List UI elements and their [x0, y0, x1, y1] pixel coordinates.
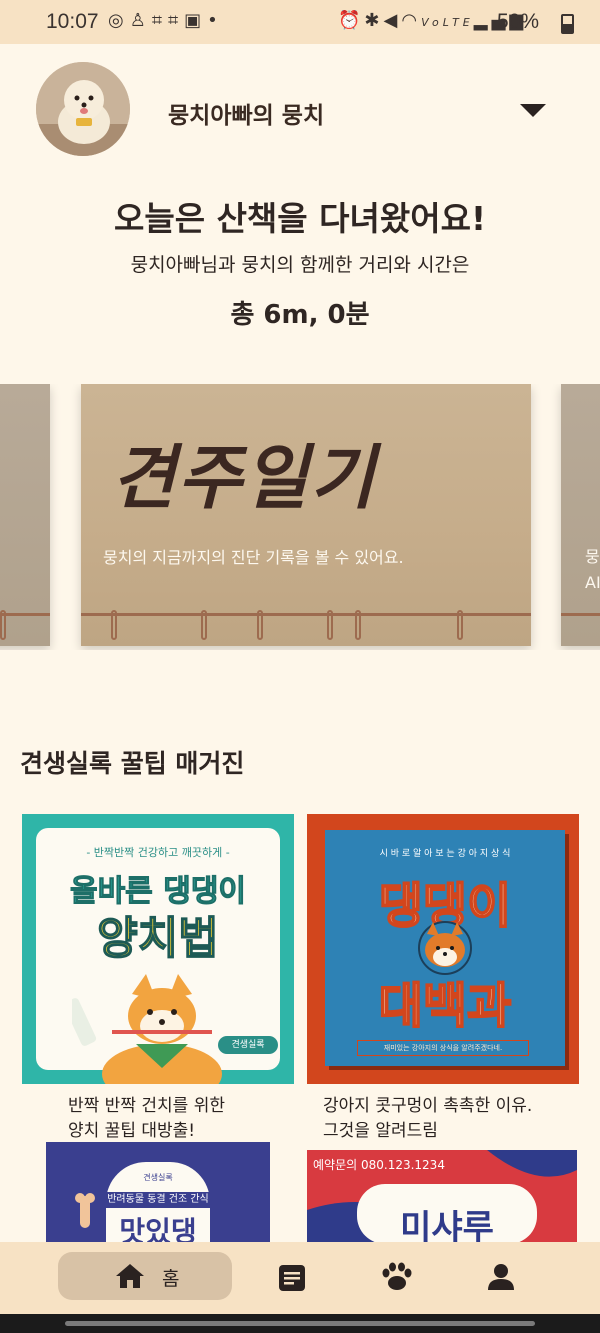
pet-profile-header: 뭉치아빠의 뭉치: [0, 60, 600, 160]
walk-total: 총 6m, 0분: [230, 300, 370, 330]
caption-line-1: 강아지 콧구멍이 촉촉한 이유.: [323, 1096, 533, 1116]
volte-icon: VoLTE: [421, 16, 474, 29]
card-next-line1: 뭉: [585, 547, 600, 566]
card-stitch-line: [81, 613, 531, 616]
diary-icon: [279, 1265, 305, 1291]
magazine-item-dog-encyclopedia[interactable]: 시 바 로 알 아 보 는 강 아 지 상 식 댕댕이 대백과 재미있는 강아지…: [307, 814, 579, 1142]
cover-title-1: 미샤루: [400, 1208, 494, 1242]
cover-title-2: 대백과: [378, 977, 512, 1035]
paw-icon: [382, 1262, 412, 1290]
magazine-caption: 반짝 반짝 건치를 위한 양치 꿀팁 대방출!: [68, 1094, 298, 1144]
alarm-icon: ⏰: [338, 10, 365, 31]
nav-diary-button[interactable]: [276, 1262, 308, 1298]
caption-line-2: 그것을 알려드림: [323, 1121, 438, 1141]
status-time: 10:07: [46, 10, 99, 33]
magazine-cover: - 반짝반짝 건강하고 깨끗하게 - 올바른 댕댕이 양치법 견생실록: [22, 814, 294, 1084]
nav-profile-button[interactable]: [486, 1262, 516, 1296]
profile-icon: [488, 1264, 514, 1290]
instagram-icon: ◎: [108, 10, 130, 31]
nav-home-button[interactable]: 홈: [58, 1252, 232, 1300]
status-bar: 10:07 ◎♙⌗⌗▣• ⏰✱◀◠VoLTE▂▄▆ 50%: [0, 0, 600, 44]
carousel-card-next[interactable]: 뭉 AI: [561, 384, 600, 646]
screenshot-icon: ⌗: [168, 10, 185, 31]
bottom-nav: 홈: [0, 1242, 600, 1314]
carousel-card-diary[interactable]: 견주일기 뭉치의 지금까지의 진단 기록을 볼 수 있어요.: [81, 384, 531, 646]
cover-top-text: 견생실록: [143, 1173, 173, 1182]
cover-title-1: 반려동물 동결 건조 간식: [98, 1192, 218, 1208]
nav-home-label: 홈: [162, 1268, 180, 1290]
pet-name: 뭉치아빠의 뭉치: [168, 103, 325, 129]
pet-select-dropdown-icon[interactable]: [520, 104, 546, 117]
dot-icon: •: [207, 10, 224, 31]
mute-icon: ◀: [383, 10, 402, 31]
feature-carousel[interactable]: 견주일기 뭉치의 지금까지의 진단 기록을 볼 수 있어요. 뭉 AI: [0, 384, 600, 650]
home-icon: [116, 1264, 144, 1288]
nav-walk-button[interactable]: [380, 1260, 414, 1298]
magazine-caption: 강아지 콧구멍이 촉촉한 이유. 그것을 알려드림: [323, 1094, 583, 1144]
magazine-cover: 견생실록 반려동물 동결 건조 간식 맛있댕: [46, 1142, 270, 1242]
status-left-icons: ◎♙⌗⌗▣•: [108, 10, 224, 31]
card-stitch-post: [0, 610, 6, 640]
avatar[interactable]: [36, 62, 130, 156]
card-stitch-post: [201, 610, 207, 640]
caption-line-2: 양치 꿀팁 대방출!: [68, 1121, 196, 1141]
gallery-icon: ▣: [184, 10, 208, 31]
card-title: 견주일기: [111, 436, 377, 519]
cover-bottom-text: 재미있는 강아지의 상식을 알려주겠다네.: [357, 1040, 529, 1056]
card-stitch-line: [561, 613, 600, 616]
magazine-item-treats[interactable]: 견생실록 반려동물 동결 건조 간식 맛있댕: [46, 1142, 270, 1242]
shiba-illustration: [72, 974, 222, 1084]
caption-line-1: 반짝 반짝 건치를 위한: [68, 1096, 225, 1116]
magazine-section-title: 견생실록 꿀팁 매거진: [20, 749, 245, 778]
cover-title-2: 양치법: [97, 912, 220, 965]
battery-icon: [561, 14, 574, 34]
card-stitch-line: [0, 613, 50, 616]
card-next-text: 뭉 AI: [585, 544, 600, 596]
magazine-item-brushing[interactable]: - 반짝반짝 건강하고 깨끗하게 - 올바른 댕댕이 양치법 견생실록 반짝 반…: [22, 814, 294, 1142]
wifi-icon: ◠: [401, 10, 422, 31]
cover-top-text: 시 바 로 알 아 보 는 강 아 지 상 식: [379, 849, 511, 859]
card-description: 뭉치의 지금까지의 진단 기록을 볼 수 있어요.: [103, 548, 404, 567]
walk-headline: 오늘은 산책을 다녀왔어요!: [114, 199, 486, 238]
system-navigation-bar: [0, 1314, 600, 1333]
walk-subline: 뭉치아빠님과 뭉치의 함께한 거리와 시간은: [130, 254, 470, 276]
cover-top-text: 예약문의 080.123.1234: [313, 1158, 445, 1172]
notification-icon: ♙: [129, 10, 152, 31]
bluetooth-icon: ✱: [364, 10, 384, 31]
card-stitch-post: [327, 610, 333, 640]
cover-top-text: - 반짝반짝 건강하고 깨끗하게 -: [86, 846, 230, 859]
card-next-line2: AI: [585, 573, 600, 592]
brand-badge: 견생실록: [218, 1036, 278, 1054]
dog-photo: [36, 62, 130, 156]
magazine-cover: 시 바 로 알 아 보 는 강 아 지 상 식 댕댕이 대백과 재미있는 강아지…: [307, 814, 579, 1084]
card-stitch-post: [355, 610, 361, 640]
magazine-item-grooming[interactable]: 예약문의 080.123.1234 미샤루: [307, 1150, 577, 1242]
home-gesture-handle[interactable]: [65, 1321, 535, 1326]
card-stitch-post: [111, 610, 117, 640]
magazine-cover: 예약문의 080.123.1234 미샤루: [307, 1150, 577, 1242]
bone-treat-icon: [75, 1193, 95, 1228]
card-stitch-post: [457, 610, 463, 640]
battery-percent: 50%: [497, 10, 540, 33]
card-stitch-post: [257, 610, 263, 640]
carousel-card-prev[interactable]: [0, 384, 50, 646]
screenshot-icon: ⌗: [151, 10, 168, 31]
